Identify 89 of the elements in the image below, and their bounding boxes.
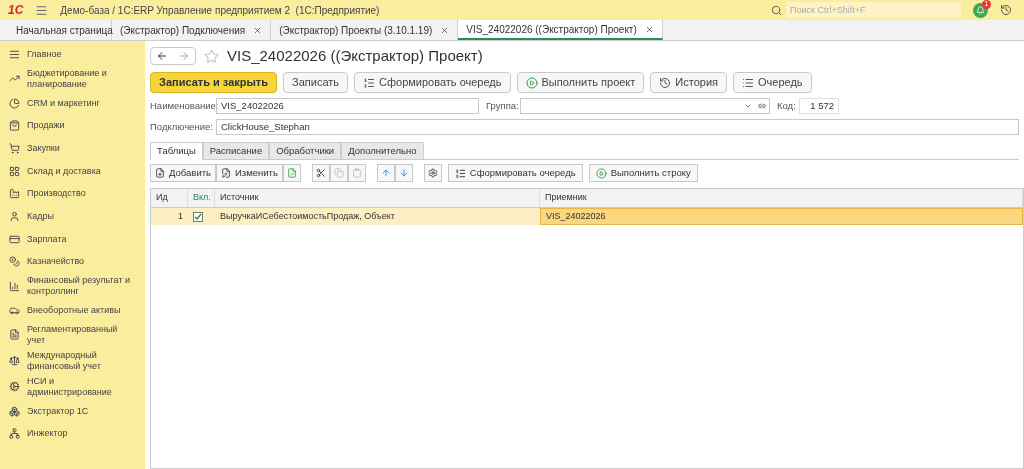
list-icon — [454, 167, 466, 179]
window-title: Демо-база / 1С:ERP Управление предприятием 2 (1С:Предприятие) — [60, 3, 380, 18]
toolbar-button[interactable]: История — [650, 72, 727, 93]
form-tab[interactable]: Дополнительно — [341, 142, 424, 160]
sidebar-item[interactable]: Экстрактор 1С — [0, 399, 145, 423]
connection-field[interactable]: ClickHouse_Stephan — [216, 119, 1019, 135]
toolbar-button[interactable]: Записать — [283, 72, 349, 93]
group-field[interactable] — [520, 98, 770, 114]
sidebar-item[interactable]: Производство — [0, 182, 145, 206]
sidebar-item[interactable]: Казначейство — [0, 250, 145, 274]
table-cell-text: ВыручкаИСебестоимостьПродаж, Объект — [219, 209, 396, 223]
field-label: Наименование: — [150, 98, 216, 113]
close-icon[interactable] — [644, 24, 654, 34]
section-icon — [9, 48, 20, 60]
close-icon[interactable] — [253, 25, 263, 35]
section-icon — [9, 305, 20, 317]
settings-button[interactable] — [423, 164, 442, 182]
cut-button[interactable] — [311, 164, 330, 182]
tab[interactable]: VIS_24022026 ((Экстрактор) Проект) — [458, 20, 663, 40]
field-label: Группа: — [486, 98, 520, 113]
name-field[interactable]: VIS_24022026 — [216, 98, 479, 114]
section-icon — [9, 142, 20, 154]
section-icon — [9, 120, 20, 132]
toolbar-button[interactable]: Сформировать очередь — [354, 72, 511, 93]
section-icon — [9, 188, 20, 200]
search-field[interactable]: Поиск Ctrl+Shift+F — [786, 2, 961, 18]
sidebar-item[interactable]: Регламентированный учет — [0, 321, 145, 348]
form-tab[interactable]: Обработчики — [269, 142, 342, 160]
toolbar-button[interactable]: Выполнить строку — [588, 164, 698, 182]
toolbar-button[interactable]: Очередь — [733, 72, 812, 93]
form-tab[interactable]: Таблицы — [150, 142, 203, 160]
history-icon[interactable] — [1000, 4, 1012, 16]
back-button[interactable] — [156, 50, 168, 62]
sidebar-item[interactable]: Финансовый результат и контроллинг — [0, 273, 145, 300]
checkbox[interactable] — [193, 211, 203, 222]
section-icon — [9, 210, 20, 222]
toolbar-button[interactable]: Добавить — [150, 164, 216, 182]
section-icon — [9, 97, 20, 109]
toolbar-button[interactable]: Сформировать очередь — [447, 164, 583, 182]
column-header[interactable]: Ид — [151, 189, 188, 207]
link-icon[interactable] — [758, 102, 766, 110]
document-icon — [221, 168, 231, 178]
field-label: Подключение: — [150, 119, 214, 134]
save-and-close-button[interactable]: Записать и закрыть — [150, 72, 278, 93]
sidebar-item[interactable]: Международный финансовый учет — [0, 347, 145, 374]
sidebar-item[interactable]: Инжектор — [0, 422, 145, 446]
play-icon — [595, 167, 607, 179]
logo: 1С — [8, 2, 24, 19]
toolbar-button[interactable]: Изменить — [216, 164, 283, 182]
play-icon — [525, 76, 538, 89]
section-icon — [9, 256, 20, 268]
section-icon — [9, 355, 20, 367]
close-icon[interactable] — [440, 25, 450, 35]
list-icon — [742, 76, 754, 89]
field-label: Код: — [777, 98, 797, 113]
section-icon — [9, 233, 20, 245]
sidebar-item[interactable]: Продажи — [0, 114, 145, 138]
table-cell: VIS_24022026 — [540, 208, 1023, 225]
section-icon — [9, 381, 20, 393]
history-icon — [659, 76, 672, 89]
search-icon — [771, 4, 782, 16]
sidebar-item[interactable]: Главное — [0, 43, 145, 66]
form-tab[interactable]: Расписание — [202, 142, 270, 160]
list-icon — [363, 76, 376, 89]
tab[interactable]: (Экстрактор) Подключения — [112, 20, 272, 40]
table-cell-text: 1 — [177, 209, 184, 223]
sidebar-item[interactable]: Внеоборотные активы — [0, 299, 145, 322]
menu-icon[interactable] — [35, 3, 49, 17]
sidebar-item[interactable]: Кадры — [0, 205, 145, 228]
document-icon — [155, 168, 165, 178]
sidebar-item[interactable]: Зарплата — [0, 227, 145, 251]
column-header[interactable]: Источник — [215, 189, 540, 207]
section-icon — [9, 165, 20, 177]
table-row[interactable]: 1 ВыручкаИСебестоимостьПродаж, Объект VIS_24022026 — [151, 208, 1023, 225]
sidebar-item[interactable]: Склад и доставка — [0, 159, 145, 183]
sidebar-item[interactable]: Закупки — [0, 137, 145, 160]
column-header[interactable]: Приемник — [540, 189, 1023, 207]
sidebar-item[interactable]: CRM и маркетинг — [0, 91, 145, 115]
section-icon — [9, 280, 20, 292]
section-icon — [9, 428, 20, 440]
code-field[interactable]: 1 572 — [799, 98, 839, 114]
form-title: VIS_24022026 ((Экстрактор) Проект) — [227, 45, 483, 66]
column-header[interactable]: Вкл. — [188, 189, 215, 207]
sidebar-item[interactable]: НСИ и администрирование — [0, 373, 145, 400]
section-icon — [9, 405, 20, 417]
toolbar-button[interactable]: Выполнить проект — [516, 72, 645, 93]
section-icon — [9, 329, 20, 341]
dropdown-icon[interactable] — [744, 102, 752, 110]
sidebar-item[interactable]: Бюджетирование и планирование — [0, 65, 145, 92]
